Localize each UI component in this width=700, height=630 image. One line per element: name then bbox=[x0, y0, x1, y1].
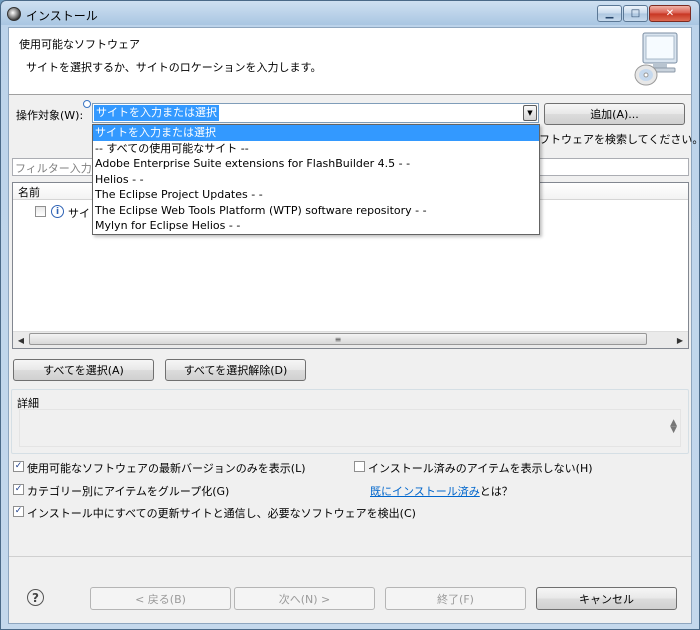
column-name-label: 名前 bbox=[18, 186, 40, 199]
dropdown-item[interactable]: The Eclipse Project Updates - - bbox=[93, 187, 539, 203]
filter-placeholder: フィルター入力 bbox=[15, 162, 92, 175]
horizontal-scrollbar[interactable]: ◀ ≡ ▶ bbox=[13, 331, 688, 348]
scroll-right-icon[interactable]: ▶ bbox=[672, 332, 688, 348]
dropdown-item[interactable]: Adobe Enterprise Suite extensions for Fl… bbox=[93, 156, 539, 172]
maximize-button[interactable]: □ bbox=[623, 5, 648, 22]
install-dialog-window: インストール ▁ □ ✕ 使用可能なソフトウェア サイトを選択するか、サイトのロ… bbox=[0, 0, 700, 630]
info-decoration-icon bbox=[83, 100, 91, 108]
tree-row-text: サイ bbox=[68, 207, 90, 220]
contact-all-sites-label[interactable]: インストール中にすべての更新サイトと通信し、必要なソフトウェアを検出(C) bbox=[27, 505, 416, 521]
dropdown-item[interactable]: Mylyn for Eclipse Helios - - bbox=[93, 218, 539, 234]
select-all-button[interactable]: すべてを選択(A) bbox=[13, 359, 154, 381]
eclipse-app-icon bbox=[7, 7, 21, 21]
next-button[interactable]: 次へ(N) > bbox=[234, 587, 375, 610]
dropdown-item[interactable]: Helios - - bbox=[93, 172, 539, 188]
wizard-header: 使用可能なソフトウェア サイトを選択するか、サイトのロケーションを入力します。 bbox=[9, 28, 691, 95]
window-controls: ▁ □ ✕ bbox=[597, 5, 691, 22]
window-title: インストール bbox=[26, 9, 98, 23]
dropdown-item[interactable]: サイトを入力または選択 bbox=[93, 125, 539, 141]
title-bar: インストール ▁ □ ✕ bbox=[1, 1, 699, 27]
work-with-combo-value[interactable]: サイトを入力または選択 bbox=[94, 105, 219, 121]
chevron-down-icon[interactable]: ▼ bbox=[523, 105, 537, 121]
footer-separator bbox=[9, 556, 691, 557]
dropdown-item[interactable]: -- すべての使用可能なサイト -- bbox=[93, 141, 539, 157]
hide-installed-checkbox[interactable] bbox=[354, 461, 365, 472]
dialog-client-area: 使用可能なソフトウェア サイトを選択するか、サイトのロケーションを入力します。 … bbox=[8, 27, 699, 624]
add-site-button[interactable]: 追加(A)... bbox=[544, 103, 685, 125]
already-installed-suffix: とは？ bbox=[479, 485, 513, 498]
page-description: サイトを選択するか、サイトのロケーションを入力します。 bbox=[26, 61, 322, 74]
work-with-combobox[interactable]: サイトを入力または選択 ▼ bbox=[92, 103, 539, 123]
work-with-label: 操作対象(W): bbox=[16, 109, 84, 122]
tree-row-checkbox[interactable] bbox=[35, 206, 46, 217]
details-text-area[interactable]: ▲ ▼ bbox=[19, 409, 681, 447]
work-with-dropdown-list[interactable]: サイトを入力または選択 -- すべての使用可能なサイト -- Adobe Ent… bbox=[92, 124, 540, 235]
find-software-hint: フトウェアを検索してください。 bbox=[539, 133, 700, 146]
group-by-category-checkbox[interactable]: ✓ bbox=[13, 484, 24, 495]
spinner-arrows-icon[interactable]: ▲ ▼ bbox=[670, 419, 677, 435]
install-computer-icon bbox=[634, 32, 678, 86]
page-title: 使用可能なソフトウェア bbox=[19, 38, 140, 51]
latest-versions-label[interactable]: 使用可能なソフトウェアの最新バージョンのみを表示(L) bbox=[27, 460, 306, 476]
dropdown-item[interactable]: The Eclipse Web Tools Platform (WTP) sof… bbox=[93, 203, 539, 219]
scroll-thumb[interactable]: ≡ bbox=[29, 333, 647, 345]
cancel-button[interactable]: キャンセル bbox=[536, 587, 677, 610]
already-installed-text: 既にインストール済みとは？ bbox=[370, 483, 513, 499]
already-installed-link[interactable]: 既にインストール済み bbox=[370, 485, 480, 498]
minimize-button[interactable]: ▁ bbox=[597, 5, 622, 22]
help-icon[interactable]: ? bbox=[27, 589, 44, 606]
scroll-left-icon[interactable]: ◀ bbox=[13, 332, 29, 348]
hide-installed-label[interactable]: インストール済みのアイテムを表示しない(H) bbox=[368, 460, 593, 476]
info-icon: i bbox=[51, 205, 64, 218]
latest-versions-checkbox[interactable]: ✓ bbox=[13, 461, 24, 472]
contact-all-sites-checkbox[interactable]: ✓ bbox=[13, 506, 24, 517]
deselect-all-button[interactable]: すべてを選択解除(D) bbox=[165, 359, 306, 381]
close-button[interactable]: ✕ bbox=[649, 5, 691, 22]
back-button[interactable]: < 戻る(B) bbox=[90, 587, 231, 610]
group-by-category-label[interactable]: カテゴリー別にアイテムをグループ化(G) bbox=[27, 483, 229, 499]
finish-button[interactable]: 終了(F) bbox=[385, 587, 526, 610]
